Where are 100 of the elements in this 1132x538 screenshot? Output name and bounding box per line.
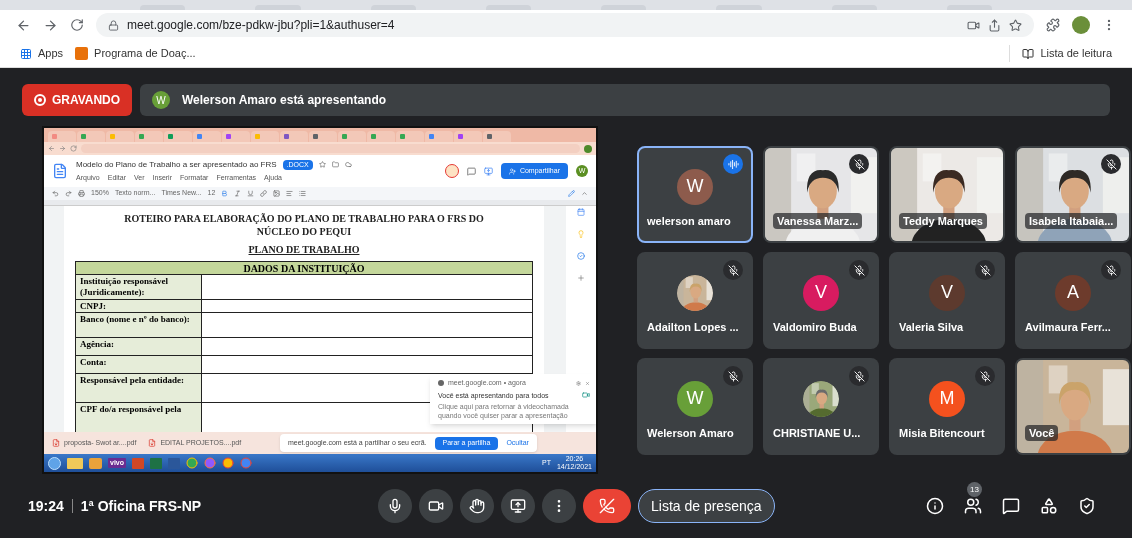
print-icon[interactable]: [78, 190, 85, 197]
camera-button[interactable]: [419, 489, 453, 523]
redo-icon[interactable]: [65, 190, 72, 197]
word-app-icon[interactable]: [168, 457, 180, 469]
participant-name: Avilmaura Ferr...: [1025, 319, 1111, 335]
browser-icon[interactable]: [186, 457, 198, 469]
avatar-icon[interactable]: [444, 164, 459, 178]
participant-name: Valdomiro Buda: [773, 319, 857, 335]
person-add-icon: [508, 167, 516, 175]
leave-call-button[interactable]: [583, 489, 631, 523]
extensions-icon[interactable]: [1046, 18, 1060, 32]
meeting-title: 1ª Oficina FRS-NP: [80, 496, 202, 516]
browser-tab[interactable]: [77, 131, 105, 142]
table-cell: Responsável pela entidade:: [76, 374, 202, 402]
undo-icon[interactable]: [52, 190, 59, 197]
participant-name: Adailton Lopes ...: [647, 319, 739, 335]
address-bar[interactable]: meet.google.com/bze-pdkw-jbu?pli=1&authuser=4: [96, 13, 1034, 37]
tasks-icon[interactable]: [577, 252, 585, 260]
browser-tab[interactable]: [454, 131, 482, 142]
browser-tab[interactable]: [338, 131, 366, 142]
browser-tab[interactable]: [396, 131, 424, 142]
table-cell: CPF do/a responsável pela: [76, 403, 202, 432]
add-icon[interactable]: [577, 274, 585, 282]
close-icon[interactable]: [585, 380, 590, 386]
browser-icon[interactable]: [222, 457, 234, 469]
italic-icon[interactable]: [234, 190, 242, 197]
browser-tab[interactable]: [222, 131, 250, 142]
bookmark-star-icon[interactable]: [1009, 18, 1022, 32]
link-icon[interactable]: [260, 190, 268, 197]
browser-tab[interactable]: [135, 131, 163, 142]
participant-name: CHRISTIANE U...: [773, 425, 861, 441]
recording-badge[interactable]: GRAVANDO: [22, 84, 132, 116]
forward-icon[interactable]: [43, 17, 58, 33]
browser-icon[interactable]: [240, 457, 252, 469]
present-button[interactable]: [501, 489, 535, 523]
document-title[interactable]: Modelo do Plano de Trabalho a ser apresentado ao FRS: [76, 158, 277, 171]
chat-icon[interactable]: [1002, 497, 1020, 515]
hand-icon: [469, 498, 485, 514]
browser-icon[interactable]: [204, 457, 216, 469]
microphone-button[interactable]: [378, 489, 412, 523]
present-screen-icon: [510, 498, 526, 514]
people-count-badge: 13: [967, 482, 982, 497]
back-icon[interactable]: [16, 17, 31, 33]
table-cell: Instituição responsável (Juridicamente):: [76, 275, 202, 299]
table-header: DADOS DA INSTITUIÇÃO: [76, 262, 532, 275]
table-cell: Conta:: [76, 356, 202, 373]
reload-icon[interactable]: [70, 18, 84, 32]
underline-icon[interactable]: [247, 190, 255, 197]
browser-tab[interactable]: [425, 131, 453, 142]
camera-icon: [428, 498, 444, 514]
browser-tab[interactable]: [193, 131, 221, 142]
apps-grid-icon: [20, 47, 32, 60]
browser-tab[interactable]: [309, 131, 337, 142]
star-icon[interactable]: [318, 161, 326, 169]
profile-avatar[interactable]: [584, 144, 592, 153]
bold-icon[interactable]: [221, 190, 229, 197]
bookmark[interactable]: Apps: [20, 45, 64, 62]
browser-tab[interactable]: [164, 131, 192, 142]
url-text: meet.google.com/bze-pdkw-jbu?pli=1&authuser=4: [127, 17, 395, 34]
cloud-icon[interactable]: [344, 161, 352, 169]
browser-tab[interactable]: [367, 131, 395, 142]
folder-icon[interactable]: [331, 161, 339, 169]
meeting-time: 19:24: [28, 496, 64, 516]
people-icon[interactable]: [964, 497, 982, 515]
present-icon[interactable]: [483, 166, 493, 176]
folder-icon[interactable]: [67, 457, 83, 469]
browser-tab[interactable]: [483, 131, 511, 142]
video-camera-icon: [582, 390, 590, 399]
calendar-icon[interactable]: [577, 208, 585, 216]
bookmark[interactable]: Programa de Doaç...: [75, 45, 196, 62]
document-icon[interactable]: [52, 163, 68, 179]
avatar: V: [803, 274, 839, 311]
presenter-avatar: W: [152, 91, 170, 109]
profile-avatar[interactable]: [1072, 16, 1090, 34]
align-icon[interactable]: [286, 190, 294, 197]
pencil-icon[interactable]: [568, 190, 575, 197]
start-button[interactable]: [48, 456, 61, 470]
more-options-button[interactable]: [542, 489, 576, 523]
comments-icon[interactable]: [466, 166, 476, 176]
host-controls-icon[interactable]: [1078, 497, 1096, 515]
settings-icon[interactable]: [576, 380, 581, 386]
list-icon[interactable]: [299, 190, 307, 197]
table-cell: Agência:: [76, 338, 202, 355]
attendance-button[interactable]: Lista de presença: [638, 489, 775, 523]
pdf-file-icon: [52, 439, 60, 447]
microphone-icon: [387, 498, 403, 514]
collapse-icon[interactable]: [581, 190, 588, 197]
document-heading: ROTEIRO PARA ELABORAÇÃO DO PLANO DE TRABALHO PARA O FRS DO NÚCLEO DO PEQUI: [123, 212, 485, 238]
browser-tab[interactable]: [280, 131, 308, 142]
table-cell: CNPJ:: [76, 300, 202, 312]
presenter-text: Welerson Amaro está apresentando: [182, 92, 387, 109]
info-icon[interactable]: [926, 497, 944, 515]
reading-list-button[interactable]: Lista de leitura: [1009, 45, 1112, 62]
activities-icon[interactable]: [1040, 497, 1058, 515]
share-icon[interactable]: [988, 18, 1001, 32]
raise-hand-button[interactable]: [460, 489, 494, 523]
media-player-icon[interactable]: [89, 457, 102, 469]
image-icon[interactable]: [273, 190, 281, 197]
keep-icon[interactable]: [577, 230, 585, 238]
participant-name: welerson amaro: [647, 213, 731, 229]
